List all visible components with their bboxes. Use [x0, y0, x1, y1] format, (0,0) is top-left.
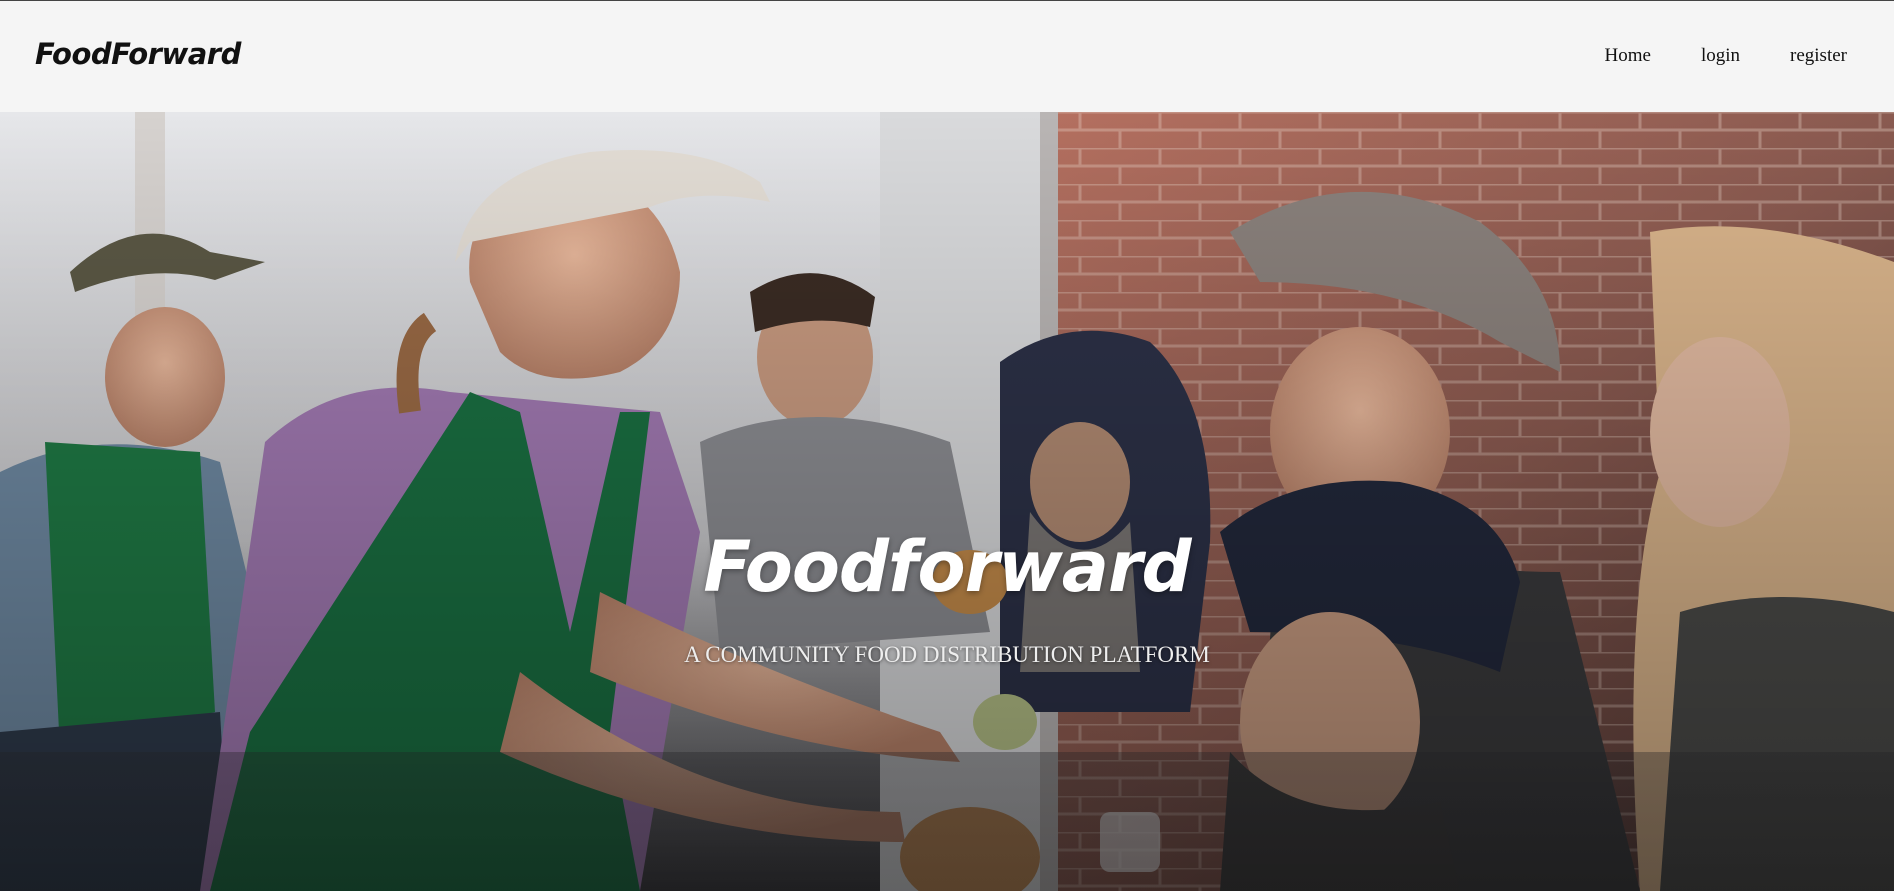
brand-logo-link[interactable]: FoodForward [35, 37, 241, 72]
hero-subtitle: A COMMUNITY FOOD DISTRIBUTION PLATFORM [684, 642, 1210, 667]
top-navbar: FoodForward Home login register [0, 0, 1894, 112]
nav-link-home[interactable]: Home [1605, 45, 1651, 68]
hero-dark-overlay [0, 112, 1894, 891]
nav-link-login[interactable]: login [1701, 45, 1740, 68]
hero-title: Foodforward [703, 525, 1191, 608]
nav-link-register[interactable]: register [1790, 45, 1847, 68]
nav-links: Home login register [1605, 45, 1847, 68]
hero-section: Foodforward A COMMUNITY FOOD DISTRIBUTIO… [0, 112, 1894, 891]
page: FoodForward Home login register Foodforw… [0, 0, 1894, 891]
